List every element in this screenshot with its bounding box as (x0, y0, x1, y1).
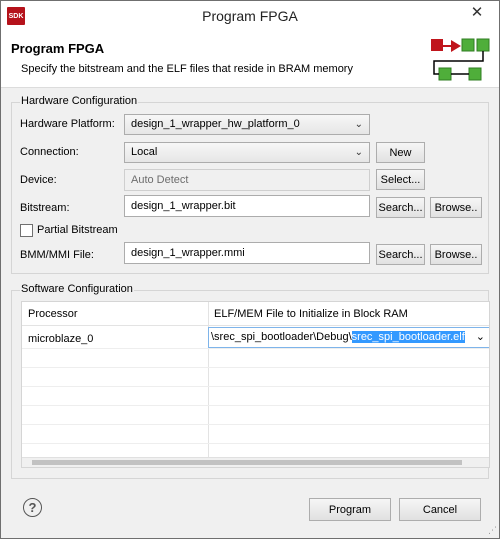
window-title: Program FPGA (202, 8, 298, 24)
program-button[interactable]: Program (309, 498, 391, 521)
partial-bitstream-checkbox[interactable] (20, 224, 33, 237)
software-configuration-group: Software Configuration Processor ELF/MEM… (11, 283, 490, 479)
connection-value: Local (131, 146, 158, 158)
connection-dropdown[interactable]: Local ⌄ (124, 142, 370, 163)
banner-title: Program FPGA (11, 41, 105, 56)
banner: Program FPGA Specify the bitstream and t… (1, 31, 499, 88)
chevron-down-icon: ⌄ (354, 147, 363, 158)
chevron-down-icon: ⌄ (354, 119, 363, 130)
bmm-search-button[interactable]: Search... (376, 244, 425, 265)
hardware-platform-dropdown[interactable]: design_1_wrapper_hw_platform_0 ⌄ (124, 114, 370, 135)
bmm-mmi-input[interactable]: design_1_wrapper.mmi (124, 242, 370, 264)
elf-selected-filename: srec_spi_bootloader.elf (351, 331, 465, 343)
bitstream-browse-button[interactable]: Browse.. (430, 197, 482, 218)
partial-bitstream-label: Partial Bitstream (37, 224, 118, 236)
bmm-browse-button[interactable]: Browse.. (430, 244, 482, 265)
device-label: Device: (20, 174, 57, 186)
hardware-group-title: Hardware Configuration (20, 95, 139, 107)
bitstream-label: Bitstream: (20, 202, 70, 214)
program-fpga-graphic-icon (431, 38, 490, 81)
close-button[interactable]: ✕ (461, 1, 493, 23)
elf-path-prefix: \srec_spi_bootloader\Debug\ (211, 331, 352, 343)
title-bar: SDK Program FPGA ✕ (1, 1, 499, 31)
bitstream-search-button[interactable]: Search... (376, 197, 425, 218)
column-divider (208, 302, 209, 459)
bitstream-input[interactable]: design_1_wrapper.bit (124, 195, 370, 217)
cancel-button[interactable]: Cancel (399, 498, 481, 521)
resize-grip-icon[interactable]: ⋰ (488, 525, 497, 536)
device-field: Auto Detect (124, 169, 370, 191)
scrollbar-thumb[interactable] (32, 460, 462, 465)
column-header-elf-file[interactable]: ELF/MEM File to Initialize in Block RAM (208, 302, 489, 326)
bmm-mmi-label: BMM/MMI File: (20, 249, 94, 261)
hardware-configuration-group: Hardware Configuration Hardware Platform… (11, 95, 489, 274)
chevron-down-icon[interactable]: ⌄ (476, 328, 485, 347)
horizontal-scrollbar[interactable] (22, 457, 489, 467)
connection-label: Connection: (20, 146, 79, 158)
column-header-processor[interactable]: Processor (22, 302, 208, 326)
elf-file-dropdown[interactable]: \srec_spi_bootloader\Debug\srec_spi_boot… (208, 327, 489, 348)
help-icon[interactable]: ? (23, 498, 42, 517)
program-fpga-dialog: SDK Program FPGA ✕ Program FPGA Specify … (0, 0, 500, 539)
banner-description: Specify the bitstream and the ELF files … (21, 63, 353, 75)
hardware-platform-label: Hardware Platform: (20, 118, 115, 130)
software-group-title: Software Configuration (20, 283, 134, 295)
new-connection-button[interactable]: New (376, 142, 425, 163)
processor-cell[interactable]: microblaze_0 (28, 333, 93, 345)
select-device-button[interactable]: Select... (376, 169, 425, 190)
elf-assignment-table: Processor ELF/MEM File to Initialize in … (21, 301, 490, 468)
hardware-platform-value: design_1_wrapper_hw_platform_0 (131, 118, 300, 130)
